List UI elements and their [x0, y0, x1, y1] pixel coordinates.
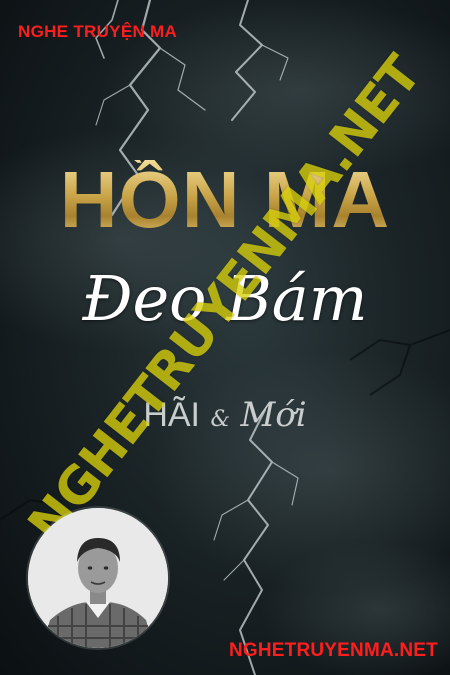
- person-portrait-icon: [28, 508, 168, 648]
- bottom-site-label: NGHETRUYENMA.NET: [228, 640, 438, 661]
- narrator-name: Mới: [240, 395, 307, 435]
- top-brand-label: NGHE TRUYỆN MA: [18, 22, 178, 41]
- avatar: [28, 508, 168, 648]
- book-cover: NGHE TRUYỆN MA HỒN MA Đeo Bám HÃI & Mới …: [0, 0, 450, 675]
- author-separator: &: [210, 407, 231, 432]
- author-line: HÃI & Mới: [0, 398, 450, 432]
- book-title: HỒN MA: [0, 160, 450, 240]
